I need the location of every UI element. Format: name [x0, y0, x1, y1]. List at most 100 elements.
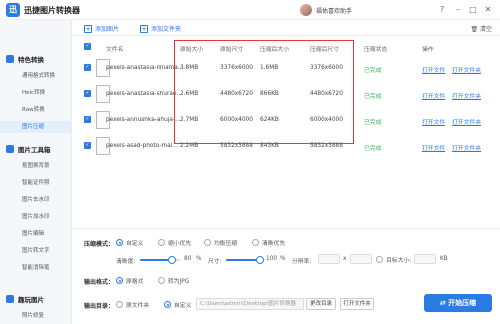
radio-dot [158, 277, 165, 284]
sidebar-item-id-photo[interactable]: 智能证件照 [0, 177, 71, 189]
mode-custom-radio[interactable]: 自定义 [116, 238, 143, 247]
open-folder-link[interactable]: 打开文件夹 [452, 143, 481, 152]
target-size-radio[interactable]: 目标大小: [376, 255, 411, 264]
radio-dot [116, 277, 123, 284]
convert-icon [6, 55, 14, 63]
dir-label: 自定义 [174, 303, 192, 309]
open-folder-button[interactable]: 打开文件夹 [340, 298, 374, 310]
user-area[interactable]: 福佑喜欢助手 [300, 3, 352, 17]
format-label: 转为JPG [168, 279, 190, 285]
sidebar-item-compress[interactable]: 图片压缩 [0, 121, 71, 133]
status-badge: 已完成 [364, 146, 382, 152]
resolution-height-input[interactable] [350, 254, 372, 264]
radio-dot [164, 301, 171, 308]
clarity-slider[interactable] [140, 256, 180, 264]
row-checkbox[interactable]: ✓ [84, 90, 91, 97]
open-file-link[interactable]: 打开文件 [422, 143, 445, 152]
toolbar: + 添加图片 + 添加文件夹 🗑 清空 [72, 20, 500, 36]
row-checkbox[interactable]: ✓ [84, 116, 91, 123]
size-label: 尺寸: [208, 259, 222, 265]
add-folder-icon: + [140, 24, 148, 33]
toolbox-icon [6, 145, 14, 153]
compress-icon: ⇄ [439, 299, 449, 307]
size-percent: % [280, 256, 286, 262]
sidebar-item-restore[interactable]: 照片修复 [0, 310, 71, 322]
open-folder-link[interactable]: 打开文件夹 [452, 91, 481, 100]
maximize-button[interactable]: □ [467, 4, 479, 16]
clarity-slider-knob[interactable] [168, 256, 176, 264]
resolution-width-input[interactable] [318, 254, 340, 264]
minimize-button[interactable]: – [452, 4, 464, 16]
col-filename: 文件名 [106, 47, 124, 53]
sidebar-item-remove-watermark[interactable]: 图片去水印 [0, 194, 71, 206]
start-label: 开始压缩 [448, 299, 477, 307]
user-name[interactable]: 福佑喜欢助手 [316, 6, 352, 15]
help-icon[interactable]: ? [436, 4, 448, 16]
dir-custom-radio[interactable]: 自定义 [164, 300, 191, 309]
output-path-field[interactable]: C:\Users\admin\Desktop\图片转换器 [196, 298, 304, 310]
select-all-checkbox[interactable]: ✓ [84, 43, 91, 50]
open-folder-link[interactable]: 打开文件夹 [452, 117, 481, 126]
dir-label: 原文件夹 [126, 303, 150, 309]
clear-label: 清空 [479, 26, 492, 33]
sidebar: 特色转换 通用格式转换 Heic转换 Raw转换 图片压缩 图片工具箱 抠图换背… [0, 20, 72, 324]
app-title: 迅捷图片转换器 [24, 6, 80, 15]
mode-label: 自定义 [126, 241, 144, 247]
clarity-label: 清晰度: [116, 259, 136, 265]
sidebar-item-add-watermark[interactable]: 图片加水印 [0, 211, 71, 223]
mode-balanced-radio[interactable]: 均衡压缩 [204, 238, 237, 247]
open-file-link[interactable]: 打开文件 [422, 117, 445, 126]
format-label: 原格式 [126, 279, 144, 285]
size-value[interactable]: 100 [266, 256, 277, 262]
sidebar-item-raw[interactable]: Raw转换 [0, 104, 71, 116]
mode-clear-radio[interactable]: 清晰优先 [252, 238, 285, 247]
mode-label: 均衡压缩 [214, 241, 238, 247]
sidebar-group-label: 趣玩图片 [18, 296, 44, 304]
radio-dot [116, 301, 123, 308]
highlight-box [174, 40, 354, 144]
size-slider-knob[interactable] [256, 256, 264, 264]
open-folder-link[interactable]: 打开文件夹 [452, 65, 481, 74]
sidebar-item-heic[interactable]: Heic转换 [0, 87, 71, 99]
mode-label: 缩小优先 [168, 241, 192, 247]
radio-dot [252, 239, 259, 246]
sidebar-item-eraser[interactable]: 智能消除笔 [0, 262, 71, 274]
app-window: 迅 迅捷图片转换器 福佑喜欢助手 ? – □ ✕ 特色转换 通用格式转换 Hei… [0, 0, 500, 324]
sidebar-group-toolbox[interactable]: 图片工具箱 [6, 144, 51, 154]
fun-icon [6, 295, 14, 303]
sidebar-item-edit[interactable]: 图片编辑 [0, 228, 71, 240]
size-slider[interactable] [226, 256, 264, 264]
target-size-unit: KB [440, 256, 448, 262]
dir-original-radio[interactable]: 原文件夹 [116, 300, 149, 309]
add-folder-button[interactable]: + 添加文件夹 [140, 24, 181, 33]
radio-dot [376, 256, 383, 263]
open-file-link[interactable]: 打开文件 [422, 91, 445, 100]
clear-button[interactable]: 🗑 清空 [470, 24, 492, 33]
sidebar-item-general-convert[interactable]: 通用格式转换 [0, 70, 71, 82]
radio-dot [204, 239, 211, 246]
target-size-label: 目标大小: [386, 258, 412, 264]
sidebar-item-cutout[interactable]: 抠图换背景 [0, 160, 71, 172]
row-checkbox[interactable]: ✓ [84, 142, 91, 149]
mode-small-radio[interactable]: 缩小优先 [158, 238, 191, 247]
compress-mode-label: 压缩模式： [84, 241, 115, 248]
add-folder-label: 添加文件夹 [151, 26, 182, 33]
clarity-value[interactable]: 80 [184, 256, 191, 262]
close-button[interactable]: ✕ [482, 4, 494, 16]
avatar[interactable] [300, 4, 312, 16]
format-original-radio[interactable]: 原格式 [116, 276, 143, 285]
sidebar-group-special[interactable]: 特色转换 [6, 54, 44, 64]
app-logo-icon: 迅 [6, 3, 20, 17]
sidebar-group-label: 图片工具箱 [18, 146, 51, 154]
open-file-link[interactable]: 打开文件 [422, 65, 445, 74]
radio-dot [116, 239, 123, 246]
sidebar-item-ocr[interactable]: 图片转文字 [0, 245, 71, 257]
start-compress-button[interactable]: ⇄ 开始压缩 [424, 294, 492, 312]
target-size-input[interactable] [414, 254, 436, 264]
mode-label: 清晰优先 [262, 241, 286, 247]
change-dir-button[interactable]: 更改目录 [306, 298, 336, 310]
sidebar-group-fun[interactable]: 趣玩图片 [6, 294, 44, 304]
add-image-button[interactable]: + 添加图片 [84, 24, 119, 33]
format-jpg-radio[interactable]: 转为JPG [158, 276, 189, 285]
row-checkbox[interactable]: ✓ [84, 64, 91, 71]
